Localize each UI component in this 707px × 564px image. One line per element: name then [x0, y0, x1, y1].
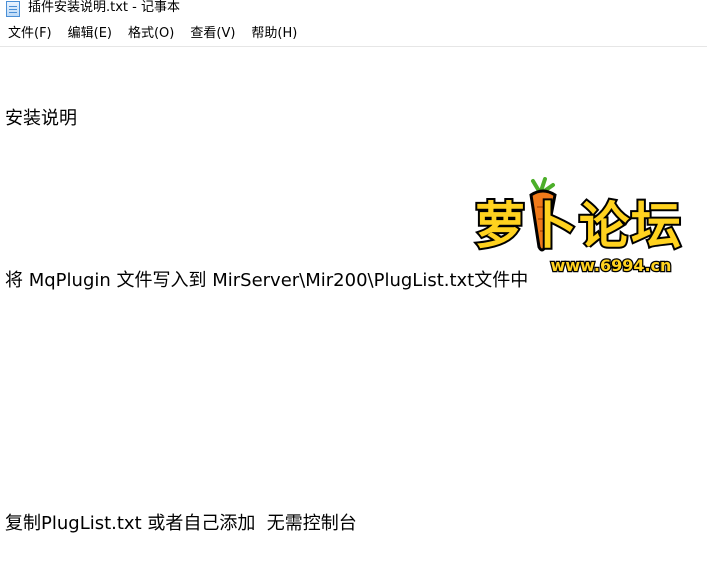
menu-format[interactable]: 格式(O): [122, 22, 180, 46]
editor-line-5: [5, 429, 707, 456]
logo-text: 萝卜论坛: [475, 197, 683, 255]
notepad-icon: [6, 1, 20, 17]
menu-view[interactable]: 查看(V): [184, 22, 241, 46]
menu-help[interactable]: 帮助(H): [245, 22, 303, 46]
menu-file[interactable]: 文件(F): [0, 22, 58, 46]
editor-line-4: [5, 348, 707, 375]
menu-edit[interactable]: 编辑(E): [62, 22, 118, 46]
watermark-logo: 萝卜论坛 www.6994.cn: [473, 177, 683, 276]
logo-url: www.6994.cn: [551, 256, 672, 275]
title-bar: 插件安装说明.txt - 记事本: [0, 0, 707, 20]
menu-bar: 文件(F) 编辑(E) 格式(O) 查看(V) 帮助(H): [0, 22, 707, 46]
editor-line-6: 复制PlugList.txt 或者自己添加 无需控制台: [5, 513, 357, 534]
window-title: 插件安装说明.txt - 记事本: [28, 0, 180, 15]
editor-line-1: 安装说明: [5, 108, 77, 129]
